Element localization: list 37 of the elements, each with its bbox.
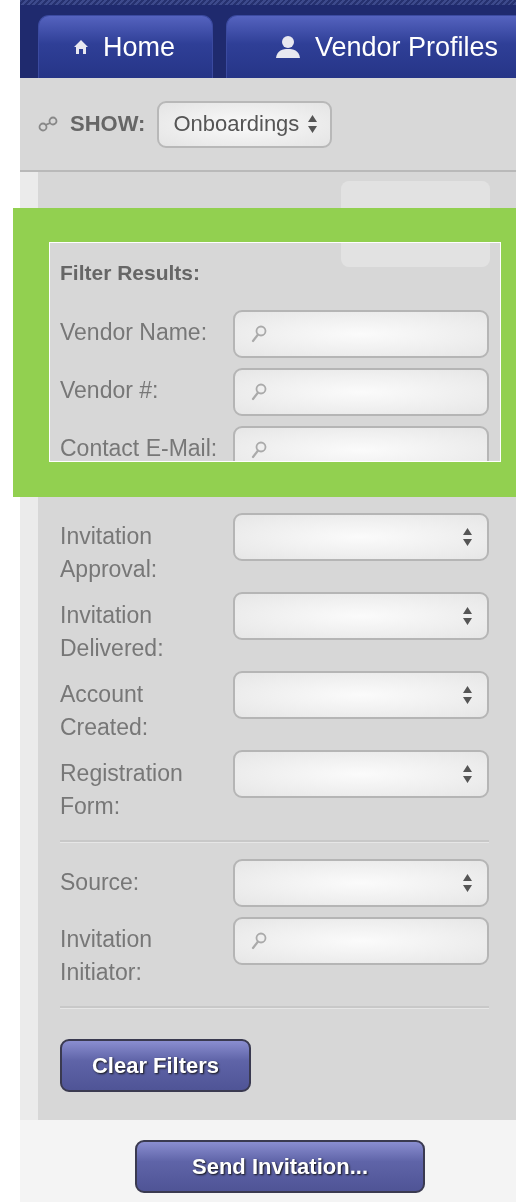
nav-tab[interactable]: Home — [38, 15, 213, 78]
nav-tab[interactable]: Vendor Profiles — [226, 15, 516, 78]
select-arrows-icon — [462, 685, 473, 705]
search-icon — [251, 441, 267, 459]
filter-title: Filter Results: — [60, 260, 202, 286]
home-icon — [73, 39, 89, 55]
filter-label: Invitation Approval: — [60, 522, 159, 584]
filter-label: Registration Form: — [60, 759, 184, 821]
select-field[interactable] — [233, 592, 489, 640]
send-invitation-button[interactable]: Send Invitation... — [135, 1140, 425, 1193]
filter-label: Contact E-Mail: — [60, 434, 219, 463]
select-arrows-icon — [462, 527, 473, 547]
select-field[interactable] — [233, 513, 489, 561]
link-icon — [38, 116, 60, 132]
filter-label: Vendor #: — [60, 376, 160, 405]
search-field[interactable] — [233, 368, 489, 416]
filter-label: Source: — [60, 868, 141, 897]
filter-label: Invitation Delivered: — [60, 601, 165, 663]
select-field[interactable] — [233, 750, 489, 798]
show-select[interactable]: Onboardings — [157, 100, 333, 148]
search-icon — [251, 325, 267, 343]
search-icon — [251, 932, 267, 950]
person-icon — [275, 35, 301, 59]
select-arrows-icon — [462, 606, 473, 626]
select-field[interactable] — [233, 859, 489, 907]
select-arrows-icon — [307, 114, 319, 134]
clear-filters-button[interactable]: Clear Filters — [60, 1039, 251, 1092]
show-label: SHOW: — [70, 111, 146, 137]
search-field[interactable] — [233, 917, 489, 965]
filter-label: Invitation Initiator: — [60, 925, 154, 987]
search-icon — [251, 383, 267, 401]
select-arrows-icon — [462, 764, 473, 784]
search-field[interactable] — [233, 310, 489, 358]
select-arrows-icon — [462, 873, 473, 893]
filter-label: Vendor Name: — [60, 318, 209, 347]
filter-label: Account Created: — [60, 680, 150, 742]
select-field[interactable] — [233, 671, 489, 719]
